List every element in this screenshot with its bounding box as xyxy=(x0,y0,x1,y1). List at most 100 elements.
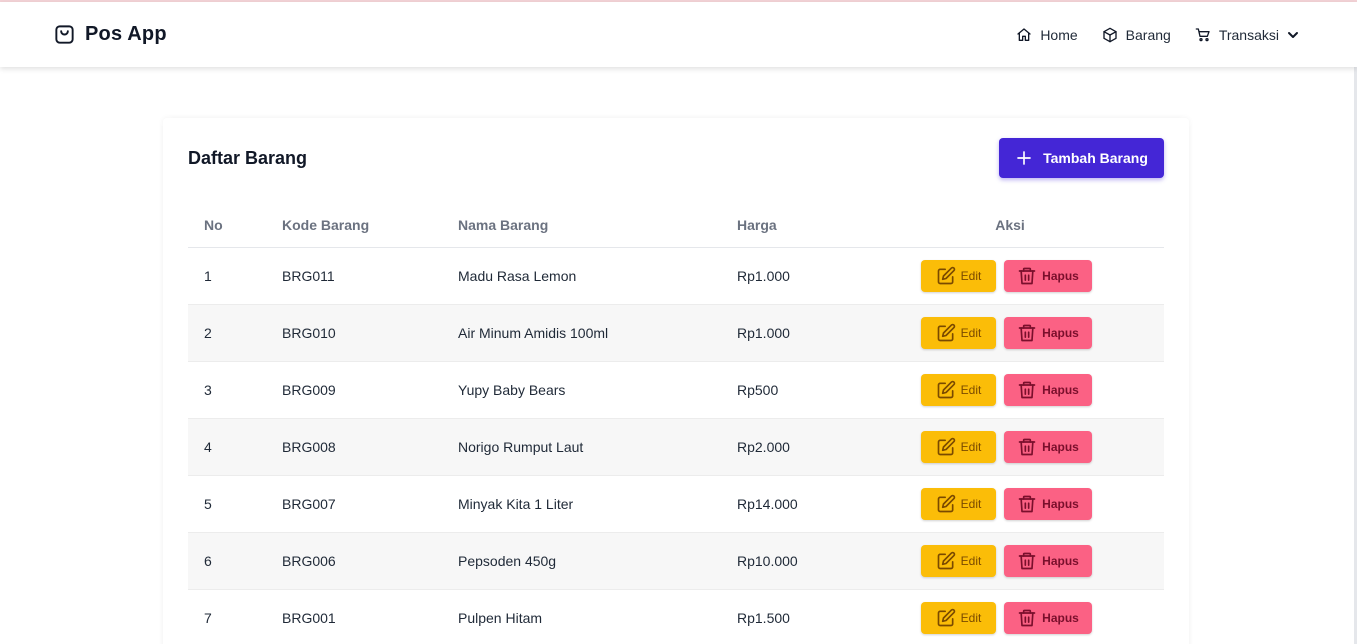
cell-kode: BRG009 xyxy=(282,361,458,419)
items-table-wrapper: No Kode Barang Nama Barang Harga Aksi 1 … xyxy=(188,204,1164,644)
cell-harga: Rp2.000 xyxy=(737,418,889,476)
row-actions: Edit Hapus xyxy=(889,601,1164,634)
nav-transaksi-label: Transaksi xyxy=(1218,26,1279,43)
edit-label: Edit xyxy=(960,268,982,283)
table-row: 6 BRG006 Pepsoden 450g Rp10.000 Edit Hap… xyxy=(188,532,1164,590)
cell-nama: Pulpen Hitam xyxy=(458,589,737,644)
cell-kode: BRG011 xyxy=(282,247,458,305)
trash-icon xyxy=(1017,323,1037,343)
items-table: No Kode Barang Nama Barang Harga Aksi 1 … xyxy=(188,204,1164,644)
edit-button[interactable]: Edit xyxy=(921,259,996,292)
nav-home-label: Home xyxy=(1040,26,1078,43)
header-kode: Kode Barang xyxy=(282,204,458,248)
cell-aksi: Edit Hapus xyxy=(889,304,1164,362)
page-title: Daftar Barang xyxy=(188,147,308,168)
cell-harga: Rp1.500 xyxy=(737,589,889,644)
cell-no: 7 xyxy=(188,589,282,644)
delete-button[interactable]: Hapus xyxy=(1004,259,1092,292)
trash-icon xyxy=(1017,608,1037,628)
trash-icon xyxy=(1017,380,1037,400)
row-actions: Edit Hapus xyxy=(889,430,1164,463)
delete-button[interactable]: Hapus xyxy=(1004,544,1092,577)
add-item-label: Tambah Barang xyxy=(1043,150,1148,166)
cell-harga: Rp14.000 xyxy=(737,475,889,533)
header-nama: Nama Barang xyxy=(458,204,737,248)
delete-button[interactable]: Hapus xyxy=(1004,601,1092,634)
cell-nama: Madu Rasa Lemon xyxy=(458,247,737,305)
cell-nama: Pepsoden 450g xyxy=(458,532,737,590)
edit-button[interactable]: Edit xyxy=(921,601,996,634)
cell-aksi: Edit Hapus xyxy=(889,475,1164,533)
add-item-button[interactable]: Tambah Barang xyxy=(999,138,1164,178)
edit-button[interactable]: Edit xyxy=(921,430,996,463)
delete-button[interactable]: Hapus xyxy=(1004,430,1092,463)
cell-nama: Minyak Kita 1 Liter xyxy=(458,475,737,533)
shopping-bag-icon xyxy=(53,23,76,46)
delete-label: Hapus xyxy=(1042,610,1079,625)
pencil-square-icon xyxy=(936,608,956,628)
table-row: 4 BRG008 Norigo Rumput Laut Rp2.000 Edit xyxy=(188,418,1164,476)
edit-label: Edit xyxy=(960,553,982,568)
delete-label: Hapus xyxy=(1042,439,1079,454)
delete-button[interactable]: Hapus xyxy=(1004,316,1092,349)
table-row: 1 BRG011 Madu Rasa Lemon Rp1.000 Edit Ha… xyxy=(188,247,1164,305)
table-row: 3 BRG009 Yupy Baby Bears Rp500 Edit Hapu… xyxy=(188,361,1164,419)
cube-icon xyxy=(1102,27,1118,43)
home-icon xyxy=(1016,27,1032,43)
edit-label: Edit xyxy=(960,439,982,454)
edit-label: Edit xyxy=(960,610,982,625)
header-harga: Harga xyxy=(737,204,889,248)
cell-harga: Rp1.000 xyxy=(737,247,889,305)
delete-label: Hapus xyxy=(1042,496,1079,511)
cell-aksi: Edit Hapus xyxy=(889,247,1164,305)
navbar: Pos App Home Barang Transaksi xyxy=(0,2,1357,67)
table-row: 2 BRG010 Air Minum Amidis 100ml Rp1.000 … xyxy=(188,304,1164,362)
delete-label: Hapus xyxy=(1042,268,1079,283)
main-nav: Home Barang Transaksi xyxy=(1016,27,1301,43)
edit-button[interactable]: Edit xyxy=(921,487,996,520)
delete-button[interactable]: Hapus xyxy=(1004,373,1092,406)
cell-kode: BRG008 xyxy=(282,418,458,476)
pencil-square-icon xyxy=(936,380,956,400)
table-header: No Kode Barang Nama Barang Harga Aksi xyxy=(188,204,1164,248)
nav-barang-label: Barang xyxy=(1125,26,1171,43)
edit-button[interactable]: Edit xyxy=(921,373,996,406)
row-actions: Edit Hapus xyxy=(889,544,1164,577)
table-body: 1 BRG011 Madu Rasa Lemon Rp1.000 Edit Ha… xyxy=(188,247,1164,644)
cell-no: 2 xyxy=(188,304,282,362)
plus-icon xyxy=(1015,149,1033,167)
pencil-square-icon xyxy=(936,323,956,343)
edit-button[interactable]: Edit xyxy=(921,316,996,349)
edit-label: Edit xyxy=(960,496,982,511)
cell-kode: BRG006 xyxy=(282,532,458,590)
cell-harga: Rp1.000 xyxy=(737,304,889,362)
cell-kode: BRG007 xyxy=(282,475,458,533)
cell-kode: BRG010 xyxy=(282,304,458,362)
chevron-down-icon xyxy=(1287,27,1301,43)
cell-no: 3 xyxy=(188,361,282,419)
brand[interactable]: Pos App xyxy=(53,23,167,46)
cell-no: 4 xyxy=(188,418,282,476)
delete-label: Hapus xyxy=(1042,553,1079,568)
row-actions: Edit Hapus xyxy=(889,259,1164,292)
table-header-row: No Kode Barang Nama Barang Harga Aksi xyxy=(188,204,1164,248)
trash-icon xyxy=(1017,437,1037,457)
app-title: Pos App xyxy=(85,23,167,45)
row-actions: Edit Hapus xyxy=(889,373,1164,406)
pencil-square-icon xyxy=(936,494,956,514)
row-actions: Edit Hapus xyxy=(889,487,1164,520)
cell-nama: Yupy Baby Bears xyxy=(458,361,737,419)
pencil-square-icon xyxy=(936,551,956,571)
nav-transaksi-dropdown[interactable]: Transaksi xyxy=(1195,27,1301,43)
nav-barang[interactable]: Barang xyxy=(1102,27,1171,43)
delete-button[interactable]: Hapus xyxy=(1004,487,1092,520)
cell-nama: Norigo Rumput Laut xyxy=(458,418,737,476)
edit-button[interactable]: Edit xyxy=(921,544,996,577)
cell-aksi: Edit Hapus xyxy=(889,361,1164,419)
card-header: Daftar Barang Tambah Barang xyxy=(188,138,1164,178)
cell-kode: BRG001 xyxy=(282,589,458,644)
nav-home[interactable]: Home xyxy=(1016,26,1078,43)
pencil-square-icon xyxy=(936,437,956,457)
cell-no: 1 xyxy=(188,247,282,305)
cell-aksi: Edit Hapus xyxy=(889,532,1164,590)
